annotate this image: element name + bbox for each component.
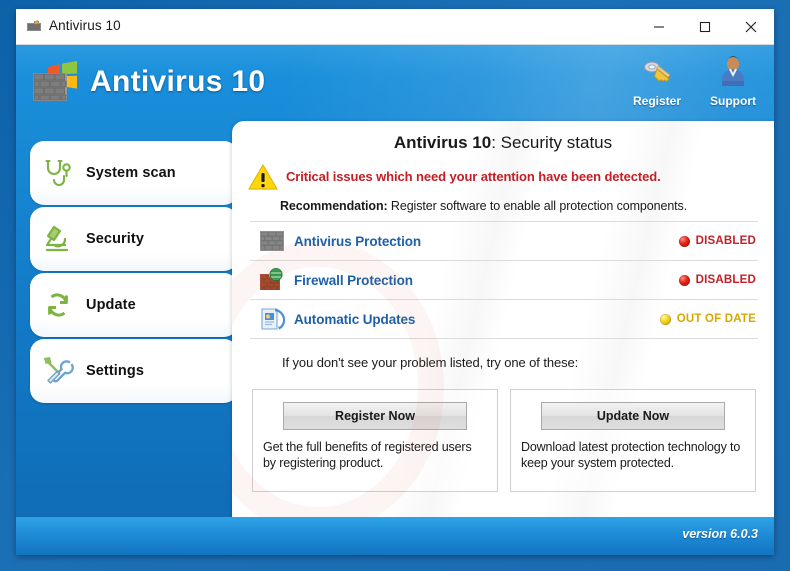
page-title: Antivirus 10: Security status (232, 133, 774, 153)
update-card: Update Now Download latest protection te… (510, 389, 756, 492)
stethoscope-icon (30, 156, 86, 190)
sidebar-item-update[interactable]: Update (30, 273, 238, 337)
register-action-label: Register (632, 94, 682, 108)
antivirus-10-window: Antivirus 10 Antivirus 10 Register Suppo… (16, 9, 774, 555)
brand-name: Antivirus 10 (90, 65, 266, 98)
status-row-antivirus-protection[interactable]: Antivirus Protection DISABLED (250, 221, 758, 261)
register-now-button[interactable]: Register Now (283, 402, 467, 430)
alert-recommendation-label: Recommendation: (280, 199, 388, 213)
brickwall-icon (250, 229, 294, 253)
minimize-button[interactable] (636, 9, 682, 44)
action-cards: Register Now Get the full benefits of re… (252, 389, 756, 492)
sidebar-nav: System scan Security Update Settings (16, 141, 238, 405)
security-status-panel: Antivirus 10: Security status Critical i… (232, 121, 774, 546)
support-action[interactable]: Support (702, 53, 764, 108)
status-row-value: DISABLED (678, 235, 756, 247)
sidebar-item-label: Update (86, 297, 136, 313)
critical-alert: Critical issues which need your attentio… (248, 163, 758, 213)
version-label: version 6.0.3 (682, 527, 758, 541)
status-row-value: DISABLED (678, 274, 756, 286)
keys-icon (626, 53, 688, 91)
register-card-description: Get the full benefits of registered user… (263, 440, 472, 470)
brand-header: Antivirus 10 (30, 57, 265, 107)
header-actions: Register Support (626, 53, 764, 108)
warning-triangle-icon (248, 163, 278, 196)
maximize-button[interactable] (682, 9, 728, 44)
status-led-yellow (659, 313, 671, 325)
alert-recommendation-text: Register software to enable all protecti… (387, 199, 688, 213)
window-titlebar: Antivirus 10 (16, 9, 774, 45)
footer-bar: version 6.0.3 (16, 517, 774, 555)
status-led-red (678, 274, 690, 286)
windows-firewall-brickwall-icon (30, 57, 80, 107)
status-row-label: Firewall Protection (294, 272, 413, 288)
sidebar-item-settings[interactable]: Settings (30, 339, 238, 403)
app-shield-icon (26, 19, 42, 33)
sidebar-item-label: Security (86, 231, 145, 247)
update-now-button[interactable]: Update Now (541, 402, 725, 430)
register-card: Register Now Get the full benefits of re… (252, 389, 498, 492)
status-row-automatic-updates[interactable]: Automatic Updates OUT OF DATE (250, 300, 758, 339)
sidebar-item-system-scan[interactable]: System scan (30, 141, 238, 205)
sidebar-item-label: System scan (86, 165, 176, 181)
alert-recommendation: Recommendation: Register software to ena… (280, 199, 758, 213)
update-card-description: Download latest protection technology to… (521, 440, 741, 470)
sidebar-item-security[interactable]: Security (30, 207, 238, 271)
alert-message: Critical issues which need your attentio… (286, 169, 661, 184)
page-title-rest: : Security status (491, 133, 613, 152)
status-row-text: DISABLED (695, 274, 756, 286)
application-body: Antivirus 10 Register Support System sca… (16, 45, 774, 555)
wrench-screwdriver-icon (30, 354, 86, 388)
status-row-text: OUT OF DATE (676, 313, 756, 325)
protection-status-list: Antivirus Protection DISABLED Firewall P… (250, 221, 758, 339)
status-row-value: OUT OF DATE (659, 313, 756, 325)
status-row-firewall-protection[interactable]: Firewall Protection DISABLED (250, 261, 758, 300)
support-person-icon (702, 53, 764, 91)
status-row-label: Automatic Updates (294, 311, 416, 327)
firewall-globe-icon (250, 268, 294, 292)
status-led-red (678, 235, 690, 247)
status-row-label: Antivirus Protection (294, 233, 422, 249)
sidebar-item-label: Settings (86, 363, 144, 379)
register-action[interactable]: Register (626, 53, 688, 108)
automatic-updates-icon (250, 307, 294, 331)
page-title-bold: Antivirus 10 (393, 133, 492, 152)
refresh-arrows-icon (30, 288, 86, 322)
microscope-icon (30, 222, 86, 256)
desktop-background: Antivirus 10 Antivirus 10 Register Suppo… (0, 0, 790, 571)
window-title: Antivirus 10 (49, 18, 121, 33)
status-row-text: DISABLED (695, 235, 756, 247)
support-action-label: Support (710, 94, 756, 108)
close-button[interactable] (728, 9, 774, 44)
hint-text: If you don't see your problem listed, tr… (282, 355, 579, 370)
